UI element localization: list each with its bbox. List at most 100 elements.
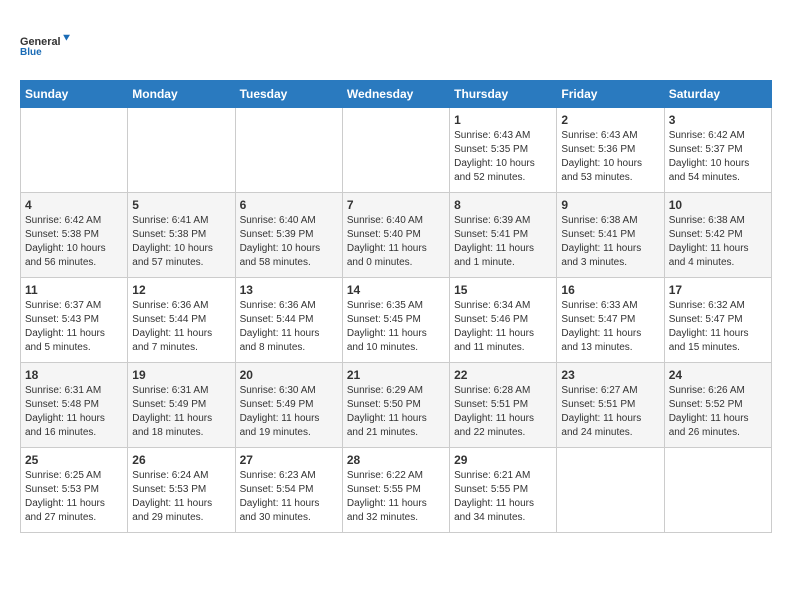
calendar-week-row: 18 Sunrise: 6:31 AMSunset: 5:48 PMDayligh… xyxy=(21,363,772,448)
day-number: 7 xyxy=(347,198,445,212)
calendar-cell: 9 Sunrise: 6:38 AMSunset: 5:41 PMDaylight… xyxy=(557,193,664,278)
logo-svg: General Blue xyxy=(20,20,70,70)
day-number: 26 xyxy=(132,453,230,467)
calendar-cell: 22 Sunrise: 6:28 AMSunset: 5:51 PMDayligh… xyxy=(450,363,557,448)
calendar-cell: 23 Sunrise: 6:27 AMSunset: 5:51 PMDayligh… xyxy=(557,363,664,448)
day-number: 13 xyxy=(240,283,338,297)
day-number: 19 xyxy=(132,368,230,382)
day-number: 27 xyxy=(240,453,338,467)
calendar-cell: 7 Sunrise: 6:40 AMSunset: 5:40 PMDaylight… xyxy=(342,193,449,278)
calendar-cell: 13 Sunrise: 6:36 AMSunset: 5:44 PMDayligh… xyxy=(235,278,342,363)
day-info: Sunrise: 6:31 AMSunset: 5:48 PMDaylight:… xyxy=(25,384,123,440)
day-number: 18 xyxy=(25,368,123,382)
weekday-header-thursday: Thursday xyxy=(450,81,557,108)
day-number: 3 xyxy=(669,113,767,127)
calendar-week-row: 4 Sunrise: 6:42 AMSunset: 5:38 PMDaylight… xyxy=(21,193,772,278)
calendar-cell: 19Sunrise: 6:31 AMSunset: 5:49 PMDayligh… xyxy=(128,363,235,448)
calendar-cell xyxy=(342,108,449,193)
day-number: 22 xyxy=(454,368,552,382)
calendar-cell: 15Sunrise: 6:34 AMSunset: 5:46 PMDayligh… xyxy=(450,278,557,363)
day-info: Sunrise: 6:27 AMSunset: 5:51 PMDaylight:… xyxy=(561,384,659,440)
day-number: 5 xyxy=(132,198,230,212)
day-number: 6 xyxy=(240,198,338,212)
calendar-cell: 29 Sunrise: 6:21 AMSunset: 5:55 PMDayligh… xyxy=(450,448,557,533)
page-header: General Blue xyxy=(20,20,772,70)
day-info: Sunrise: 6:38 AMSunset: 5:42 PMDaylight:… xyxy=(669,214,767,270)
logo: General Blue xyxy=(20,20,70,70)
day-info: Sunrise: 6:21 AMSunset: 5:55 PMDaylight:… xyxy=(454,469,552,525)
calendar-cell: 25Sunrise: 6:25 AMSunset: 5:53 PMDayligh… xyxy=(21,448,128,533)
calendar-cell: 5 Sunrise: 6:41 AMSunset: 5:38 PMDaylight… xyxy=(128,193,235,278)
day-info: Sunrise: 6:36 AMSunset: 5:44 PMDaylight:… xyxy=(240,299,338,355)
day-info: Sunrise: 6:40 AMSunset: 5:40 PMDaylight:… xyxy=(347,214,445,270)
calendar-week-row: 25Sunrise: 6:25 AMSunset: 5:53 PMDayligh… xyxy=(21,448,772,533)
calendar-cell: 21 Sunrise: 6:29 AMSunset: 5:50 PMDayligh… xyxy=(342,363,449,448)
day-number: 25 xyxy=(25,453,123,467)
day-info: Sunrise: 6:29 AMSunset: 5:50 PMDaylight:… xyxy=(347,384,445,440)
day-info: Sunrise: 6:37 AMSunset: 5:43 PMDaylight:… xyxy=(25,299,123,355)
calendar-cell: 24 Sunrise: 6:26 AMSunset: 5:52 PMDayligh… xyxy=(664,363,771,448)
day-number: 2 xyxy=(561,113,659,127)
weekday-header-wednesday: Wednesday xyxy=(342,81,449,108)
day-info: Sunrise: 6:39 AMSunset: 5:41 PMDaylight:… xyxy=(454,214,552,270)
calendar-cell: 11 Sunrise: 6:37 AMSunset: 5:43 PMDayligh… xyxy=(21,278,128,363)
day-number: 24 xyxy=(669,368,767,382)
day-number: 9 xyxy=(561,198,659,212)
day-number: 29 xyxy=(454,453,552,467)
day-info: Sunrise: 6:35 AMSunset: 5:45 PMDaylight:… xyxy=(347,299,445,355)
calendar-week-row: 1Sunrise: 6:43 AMSunset: 5:35 PMDaylight… xyxy=(21,108,772,193)
calendar-cell: 12 Sunrise: 6:36 AMSunset: 5:44 PMDayligh… xyxy=(128,278,235,363)
day-info: Sunrise: 6:36 AMSunset: 5:44 PMDaylight:… xyxy=(132,299,230,355)
calendar-cell: 18 Sunrise: 6:31 AMSunset: 5:48 PMDayligh… xyxy=(21,363,128,448)
weekday-header-row: SundayMondayTuesdayWednesdayThursdayFrid… xyxy=(21,81,772,108)
calendar-cell: 6Sunrise: 6:40 AMSunset: 5:39 PMDaylight… xyxy=(235,193,342,278)
day-number: 12 xyxy=(132,283,230,297)
day-info: Sunrise: 6:26 AMSunset: 5:52 PMDaylight:… xyxy=(669,384,767,440)
calendar-cell: 1Sunrise: 6:43 AMSunset: 5:35 PMDaylight… xyxy=(450,108,557,193)
weekday-header-tuesday: Tuesday xyxy=(235,81,342,108)
weekday-header-monday: Monday xyxy=(128,81,235,108)
calendar-table: SundayMondayTuesdayWednesdayThursdayFrid… xyxy=(20,80,772,533)
day-info: Sunrise: 6:42 AMSunset: 5:38 PMDaylight:… xyxy=(25,214,123,270)
day-info: Sunrise: 6:23 AMSunset: 5:54 PMDaylight:… xyxy=(240,469,338,525)
calendar-cell xyxy=(235,108,342,193)
calendar-cell: 26 Sunrise: 6:24 AMSunset: 5:53 PMDayligh… xyxy=(128,448,235,533)
day-info: Sunrise: 6:30 AMSunset: 5:49 PMDaylight:… xyxy=(240,384,338,440)
calendar-cell: 20 Sunrise: 6:30 AMSunset: 5:49 PMDayligh… xyxy=(235,363,342,448)
day-number: 28 xyxy=(347,453,445,467)
day-info: Sunrise: 6:41 AMSunset: 5:38 PMDaylight:… xyxy=(132,214,230,270)
day-info: Sunrise: 6:38 AMSunset: 5:41 PMDaylight:… xyxy=(561,214,659,270)
calendar-cell: 4 Sunrise: 6:42 AMSunset: 5:38 PMDaylight… xyxy=(21,193,128,278)
calendar-cell: 8 Sunrise: 6:39 AMSunset: 5:41 PMDaylight… xyxy=(450,193,557,278)
day-info: Sunrise: 6:28 AMSunset: 5:51 PMDaylight:… xyxy=(454,384,552,440)
calendar-cell xyxy=(128,108,235,193)
day-number: 16 xyxy=(561,283,659,297)
calendar-cell xyxy=(21,108,128,193)
calendar-cell: 27 Sunrise: 6:23 AMSunset: 5:54 PMDayligh… xyxy=(235,448,342,533)
day-number: 11 xyxy=(25,283,123,297)
weekday-header-saturday: Saturday xyxy=(664,81,771,108)
calendar-cell xyxy=(557,448,664,533)
day-info: Sunrise: 6:42 AMSunset: 5:37 PMDaylight:… xyxy=(669,129,767,185)
calendar-cell: 16 Sunrise: 6:33 AMSunset: 5:47 PMDayligh… xyxy=(557,278,664,363)
calendar-cell: 14 Sunrise: 6:35 AMSunset: 5:45 PMDayligh… xyxy=(342,278,449,363)
day-info: Sunrise: 6:43 AMSunset: 5:36 PMDaylight:… xyxy=(561,129,659,185)
day-number: 20 xyxy=(240,368,338,382)
day-info: Sunrise: 6:32 AMSunset: 5:47 PMDaylight:… xyxy=(669,299,767,355)
calendar-cell: 17 Sunrise: 6:32 AMSunset: 5:47 PMDayligh… xyxy=(664,278,771,363)
day-number: 23 xyxy=(561,368,659,382)
day-number: 21 xyxy=(347,368,445,382)
calendar-cell: 28 Sunrise: 6:22 AMSunset: 5:55 PMDayligh… xyxy=(342,448,449,533)
calendar-cell: 2 Sunrise: 6:43 AMSunset: 5:36 PMDaylight… xyxy=(557,108,664,193)
day-number: 1 xyxy=(454,113,552,127)
day-info: Sunrise: 6:24 AMSunset: 5:53 PMDaylight:… xyxy=(132,469,230,525)
day-number: 14 xyxy=(347,283,445,297)
day-number: 10 xyxy=(669,198,767,212)
day-info: Sunrise: 6:22 AMSunset: 5:55 PMDaylight:… xyxy=(347,469,445,525)
day-number: 17 xyxy=(669,283,767,297)
day-number: 4 xyxy=(25,198,123,212)
calendar-week-row: 11 Sunrise: 6:37 AMSunset: 5:43 PMDayligh… xyxy=(21,278,772,363)
day-number: 8 xyxy=(454,198,552,212)
day-info: Sunrise: 6:33 AMSunset: 5:47 PMDaylight:… xyxy=(561,299,659,355)
calendar-cell: 10 Sunrise: 6:38 AMSunset: 5:42 PMDayligh… xyxy=(664,193,771,278)
